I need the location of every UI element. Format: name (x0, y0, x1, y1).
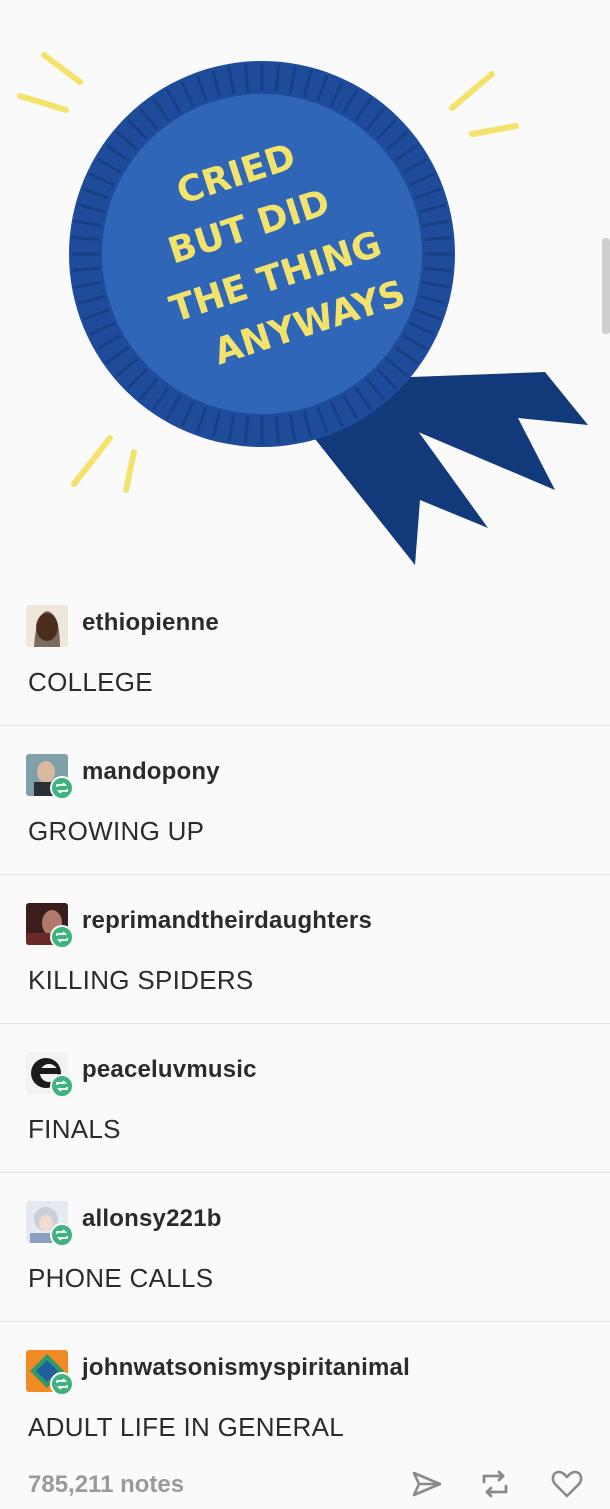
username[interactable]: mandopony (82, 758, 220, 786)
reblog-icon (56, 1378, 68, 1390)
post-footer: 785,211 notes (0, 1455, 610, 1509)
award-ribbon-image: CRIED BUT DID THE THING ANYWAYS (0, 0, 610, 590)
heart-icon[interactable] (550, 1467, 584, 1501)
reblog-entry: allonsy221b PHONE CALLS (0, 1173, 610, 1322)
reblog-entry: johnwatsonismyspiritanimal ADULT LIFE IN… (0, 1322, 610, 1455)
reblog-icon[interactable] (478, 1467, 512, 1501)
reblog-entry: ethiopienne COLLEGE (0, 577, 610, 726)
username[interactable]: johnwatsonismyspiritanimal (82, 1354, 410, 1382)
username[interactable]: ethiopienne (82, 609, 219, 637)
reblog-icon (56, 1080, 68, 1092)
award-ribbon-illustration: CRIED BUT DID THE THING ANYWAYS (17, 52, 588, 565)
username[interactable]: peaceluvmusic (82, 1056, 257, 1084)
reblog-text: GROWING UP (28, 816, 205, 846)
notes-count[interactable]: 785,211 notes (28, 1471, 184, 1499)
reblog-badge (50, 1074, 74, 1098)
reblog-text: ADULT LIFE IN GENERAL (28, 1412, 344, 1442)
reblog-badge (50, 925, 74, 949)
reblog-text: KILLING SPIDERS (28, 965, 254, 995)
reblog-text: FINALS (28, 1114, 121, 1144)
avatar[interactable] (26, 605, 68, 647)
reblog-badge (50, 776, 74, 800)
reblog-text: PHONE CALLS (28, 1263, 214, 1293)
username[interactable]: reprimandtheirdaughters (82, 907, 372, 935)
reblog-badge (50, 1223, 74, 1247)
reblog-entry: reprimandtheirdaughters KILLING SPIDERS (0, 875, 610, 1024)
reblog-text: COLLEGE (28, 667, 153, 697)
reblog-icon (56, 931, 68, 943)
reblog-entry: mandopony GROWING UP (0, 726, 610, 875)
username[interactable]: allonsy221b (82, 1205, 222, 1233)
share-icon[interactable] (410, 1467, 444, 1501)
reblog-icon (56, 1229, 68, 1241)
reblog-icon (56, 782, 68, 794)
reblog-badge (50, 1372, 74, 1396)
reblog-entry: peaceluvmusic FINALS (0, 1024, 610, 1173)
